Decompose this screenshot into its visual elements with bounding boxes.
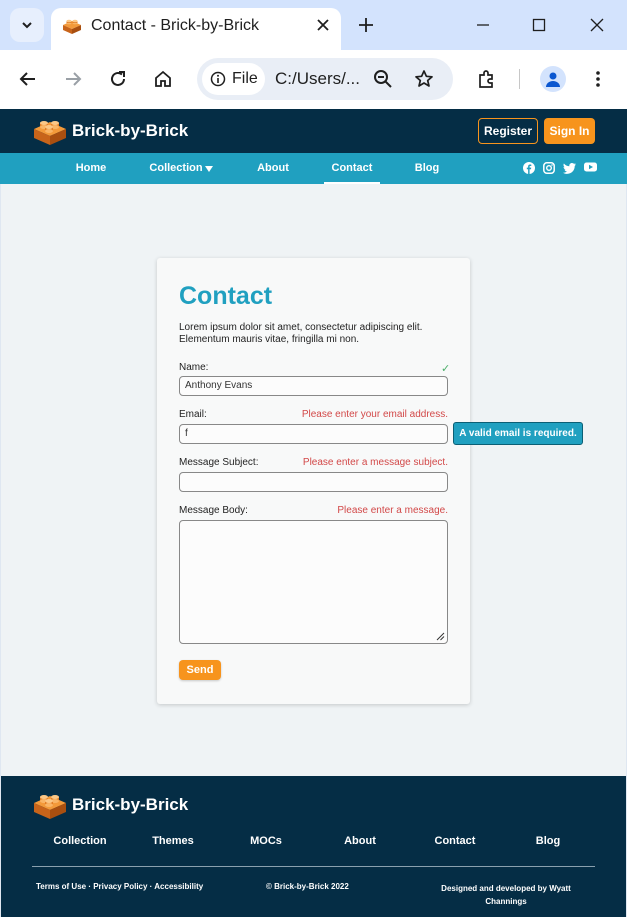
toolbar-separator (519, 69, 520, 89)
lego-brick-logo-icon (34, 795, 66, 819)
tab-title: Contact - Brick-by-Brick (91, 17, 260, 34)
window-close-icon[interactable] (585, 13, 609, 37)
register-button[interactable]: Register (478, 118, 538, 144)
email-validation-tooltip: A valid email is required. (453, 422, 583, 445)
lego-brick-logo-icon (34, 121, 66, 145)
social-links (523, 162, 597, 174)
facebook-icon[interactable] (523, 162, 535, 174)
site-info-label: File (232, 70, 258, 87)
browser-tab-active[interactable]: Contact - Brick-by-Brick (51, 8, 341, 50)
name-valid-check-icon: ✓ (441, 363, 451, 375)
instagram-icon[interactable] (543, 162, 555, 174)
subject-field[interactable] (179, 472, 448, 492)
message-body-label: Message Body: (179, 505, 248, 516)
nav-about[interactable]: About (251, 153, 295, 184)
bookmark-star-icon[interactable] (412, 67, 436, 91)
more-menu-icon[interactable] (586, 67, 610, 91)
brand-name: Brick-by-Brick (72, 121, 189, 140)
email-error-message: Please enter your email address. (301, 409, 448, 420)
name-field[interactable]: Anthony Evans (179, 376, 448, 396)
maximize-icon[interactable] (527, 13, 551, 37)
main-navigation: Home Collection About Contact Blog (0, 153, 627, 184)
site-footer: Brick-by-Brick Collection Themes MOCs Ab… (1, 776, 626, 917)
url-text[interactable]: C:/Users/... (275, 69, 360, 89)
footer-legal-links[interactable]: Terms of Use · Privacy Policy · Accessib… (36, 882, 203, 891)
caret-down-icon (204, 165, 213, 172)
nav-home[interactable]: Home (70, 153, 112, 184)
minimize-icon[interactable] (471, 13, 495, 37)
footer-link-blog[interactable]: Blog (531, 835, 565, 847)
footer-brand-name: Brick-by-Brick (72, 795, 189, 814)
zoom-out-icon[interactable] (371, 67, 395, 91)
subject-label: Message Subject: (179, 457, 259, 468)
forward-arrow-icon[interactable] (61, 67, 85, 91)
browser-toolbar: File C:/Users/... (0, 50, 627, 109)
footer-link-collection[interactable]: Collection (51, 835, 109, 847)
youtube-icon[interactable] (584, 162, 597, 172)
browser-tabstrip: Contact - Brick-by-Brick (0, 0, 627, 50)
tab-search-button[interactable] (10, 8, 44, 42)
send-button[interactable]: Send (179, 660, 221, 680)
page-title: Contact (179, 282, 273, 310)
footer-logo[interactable]: Brick-by-Brick (32, 790, 188, 820)
email-field[interactable]: f (179, 424, 448, 444)
nav-collection[interactable]: Collection (145, 153, 217, 184)
signin-button[interactable]: Sign In (544, 118, 595, 144)
message-body-error-message: Please enter a message. (337, 505, 448, 516)
chevron-down-icon (22, 22, 32, 29)
nav-contact[interactable]: Contact (324, 153, 380, 184)
address-bar[interactable]: File C:/Users/... (197, 58, 453, 100)
site-header: Brick-by-Brick Register Sign In (0, 109, 627, 153)
tab-close-icon[interactable] (313, 15, 333, 35)
footer-link-themes[interactable]: Themes (147, 835, 199, 847)
contact-intro-text: Lorem ipsum dolor sit amet, consectetur … (179, 322, 423, 345)
extensions-puzzle-icon[interactable] (475, 67, 499, 91)
footer-divider (32, 866, 595, 867)
site-info-chip[interactable]: File (202, 63, 265, 95)
home-icon[interactable] (151, 67, 175, 91)
contact-form-card: Contact Lorem ipsum dolor sit amet, cons… (157, 258, 470, 704)
lego-brick-favicon-icon (63, 19, 81, 34)
back-arrow-icon[interactable] (16, 67, 40, 91)
reload-icon[interactable] (106, 67, 130, 91)
name-label: Name: (179, 362, 209, 373)
footer-link-mocs[interactable]: MOCs (246, 835, 286, 847)
email-label: Email: (179, 409, 207, 420)
site-logo[interactable]: Brick-by-Brick (32, 116, 188, 146)
message-body-textarea[interactable] (179, 520, 448, 644)
nav-collection-label: Collection (149, 162, 203, 174)
twitter-icon[interactable] (563, 162, 576, 174)
footer-link-contact[interactable]: Contact (429, 835, 481, 847)
subject-error-message: Please enter a message subject. (302, 457, 448, 468)
profile-avatar-icon[interactable] (540, 66, 566, 92)
resize-handle-icon[interactable] (436, 632, 445, 641)
footer-copyright: © Brick-by-Brick 2022 (266, 882, 349, 891)
footer-link-about[interactable]: About (340, 835, 380, 847)
footer-credit: Designed and developed by Wyatt Channing… (441, 884, 571, 906)
new-tab-plus-icon[interactable] (355, 14, 377, 36)
info-icon (210, 71, 226, 87)
nav-blog[interactable]: Blog (408, 153, 446, 184)
